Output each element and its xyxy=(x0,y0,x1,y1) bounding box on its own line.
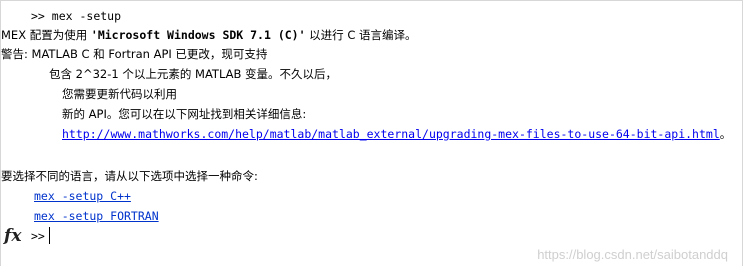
mex-config-line: MEX 配置为使用 'Microsoft Windows SDK 7.1 (C)… xyxy=(1,26,417,44)
choose-language-line: 要选择不同的语言，请从以下选项中选择一种命令: xyxy=(1,169,258,183)
text-cursor xyxy=(49,227,50,244)
mex-setup-cpp-link[interactable]: mex -setup C++ xyxy=(34,189,131,203)
command-text: mex -setup xyxy=(51,9,122,23)
prompt-arrows: >> xyxy=(31,9,45,23)
command-line-prompt[interactable]: >> xyxy=(31,227,45,245)
warning-line: 警告: MATLAB C 和 Fortran API 已更改，现可支持 xyxy=(1,47,268,61)
setup-cpp-line: mex -setup C++ xyxy=(34,187,131,205)
compiler-name: 'Microsoft Windows SDK 7.1 (C)' xyxy=(90,28,306,42)
command-window[interactable]: >> mex -setup MEX 配置为使用 'Microsoft Windo… xyxy=(0,0,743,266)
setup-fortran-line: mex -setup FORTRAN xyxy=(34,207,159,225)
command-line-1: >> mex -setup xyxy=(31,7,121,25)
warning-line-4: 新的 API。您可以在以下网址找到相关详细信息: xyxy=(62,107,307,121)
mex-config-prefix: MEX 配置为使用 xyxy=(1,28,91,42)
watermark: https://blog.csdn.net/saibotanddq xyxy=(537,247,728,262)
mathworks-doc-link[interactable]: http://www.mathworks.com/help/matlab/mat… xyxy=(62,127,720,141)
doc-link-suffix: 。 xyxy=(719,127,732,141)
mex-setup-fortran-link[interactable]: mex -setup FORTRAN xyxy=(34,209,159,223)
function-browser-icon[interactable]: fx xyxy=(4,225,26,247)
mex-config-suffix: 以进行 C 语言编译。 xyxy=(305,28,417,42)
warning-line-2: 包含 2^32-1 个以上元素的 MATLAB 变量。不久以后， xyxy=(49,67,338,81)
doc-link-line: http://www.mathworks.com/help/matlab/mat… xyxy=(62,125,731,143)
prompt-arrows: >> xyxy=(31,229,45,243)
warning-line-3: 您需要更新代码以利用 xyxy=(62,87,177,101)
